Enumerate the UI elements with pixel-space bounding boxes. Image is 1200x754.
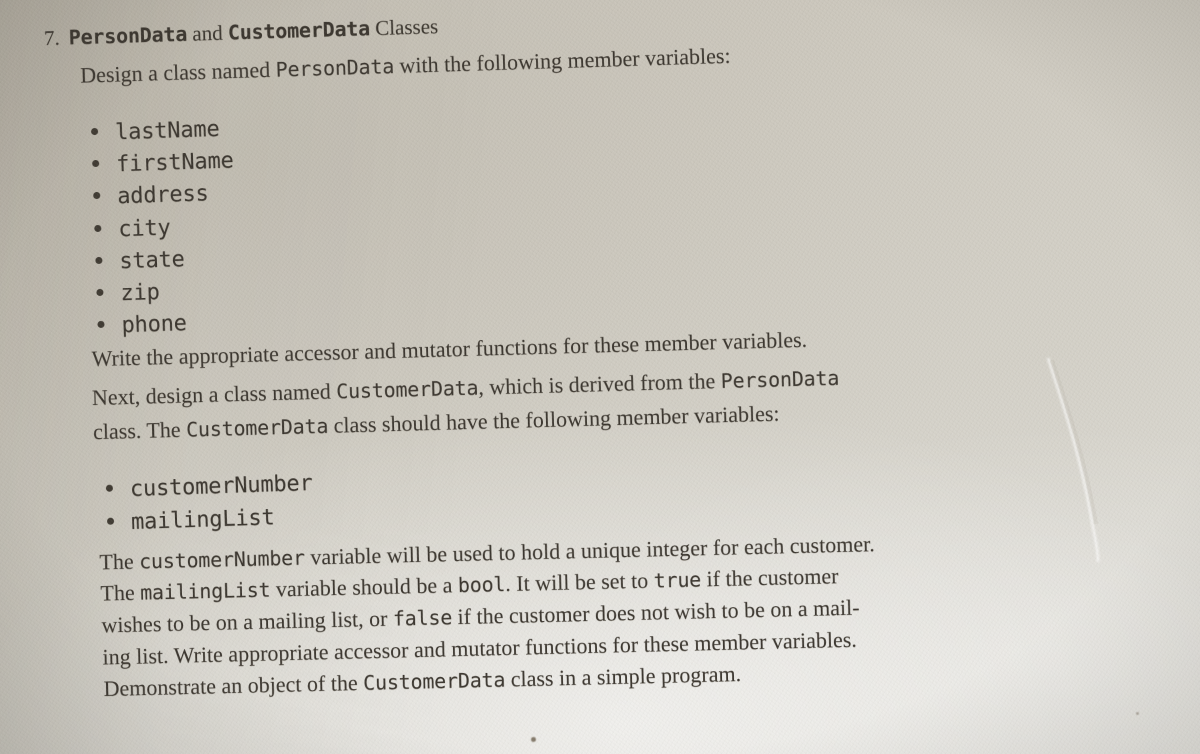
close-line-3-literal-false: false: [392, 605, 453, 631]
list-item: lastName: [90, 116, 220, 146]
close-line-2-text-2: variable should be a: [270, 572, 459, 602]
exercise-number: 7.: [43, 25, 61, 51]
member-zip: zip: [120, 279, 161, 307]
heading-suffix: Classes: [369, 14, 439, 41]
member-address: address: [116, 181, 209, 210]
list-item: state: [95, 247, 185, 275]
close-line-2-text-1: The: [100, 579, 141, 606]
bullet-icon: [96, 288, 104, 297]
close-line-5-class-customerData: CustomerData: [362, 667, 506, 695]
dust-speck: [531, 737, 536, 742]
bullet-icon: [90, 127, 99, 136]
close-line-3-text-1: wishes to be on a mailing list, or: [101, 605, 394, 638]
close-line-2-text-4: if the customer: [700, 563, 839, 592]
bullet-icon: [97, 320, 105, 329]
member-phone: phone: [121, 311, 188, 339]
heading-conjunction: and: [186, 20, 229, 46]
heading-class-customerData: CustomerData: [227, 16, 371, 45]
bullet-icon: [105, 484, 114, 492]
close-line-2-text-3: . It will be set to: [504, 567, 654, 596]
mid-line-1-text: Write the appropriate accessor and mutat…: [91, 326, 808, 372]
bullet-icon: [93, 191, 101, 200]
member-lastName: lastName: [114, 116, 220, 146]
close-line-2-var-mailingList: mailingList: [139, 577, 271, 605]
list-item: address: [93, 181, 209, 210]
member-customerNumber: customerNumber: [129, 470, 313, 503]
member-city: city: [117, 215, 171, 243]
heading-class-personData: PersonData: [68, 21, 188, 50]
exercise-heading: 7. PersonData and CustomerData Classes: [44, 14, 439, 51]
page-content-sheet: 7. PersonData and CustomerData Classes De…: [0, 0, 1200, 754]
bullet-icon: [94, 224, 102, 233]
bullet-icon: [95, 256, 103, 265]
mid-line-2-class-personData: PersonData: [720, 365, 840, 393]
paragraph-line: Write the appropriate accessor and mutat…: [91, 327, 807, 372]
intro-class-personData: PersonData: [275, 54, 395, 82]
list-item: phone: [97, 311, 187, 339]
member-mailingList: mailingList: [130, 505, 275, 536]
list-item: mailingList: [106, 505, 275, 536]
member-firstName: firstName: [115, 148, 234, 178]
dust-speck: [1136, 712, 1139, 715]
mid-line-2-class-customerData: CustomerData: [335, 375, 479, 404]
bullet-icon: [92, 159, 100, 168]
close-line-3-text-2: if the customer does not wish to be on a…: [451, 594, 860, 630]
close-line-2-literal-true: true: [653, 567, 702, 593]
close-line-1-text-1: The: [99, 548, 140, 575]
mid-line-2-text-2: , which is derived from the: [477, 367, 722, 400]
intro-line: Design a class named PersonData with the…: [80, 43, 731, 89]
mid-line-3-text-1: class. The: [92, 416, 187, 445]
textbook-page-photo: 7. PersonData and CustomerData Classes De…: [0, 0, 1200, 754]
close-line-1-var-customerNumber: customerNumber: [138, 545, 306, 574]
list-item: customerNumber: [105, 470, 313, 503]
intro-text-1: Design a class named: [79, 56, 277, 88]
list-item: zip: [96, 280, 160, 307]
mid-line-3-class-customerData: CustomerData: [185, 413, 329, 442]
list-item: firstName: [92, 148, 234, 178]
list-item: city: [94, 216, 171, 244]
intro-text-2: with the following member variables:: [393, 42, 731, 79]
mid-line-2-text-1: Next, design a class named: [91, 378, 337, 410]
mid-line-3-text-2: class should have the following member v…: [327, 400, 780, 438]
close-line-2-type-bool: bool: [457, 572, 506, 598]
member-state: state: [119, 247, 186, 275]
bullet-icon: [106, 517, 115, 525]
close-line-5-text-2: class in a simple program.: [504, 660, 742, 692]
close-line-5-text-1: Demonstrate an object of the: [103, 669, 364, 701]
